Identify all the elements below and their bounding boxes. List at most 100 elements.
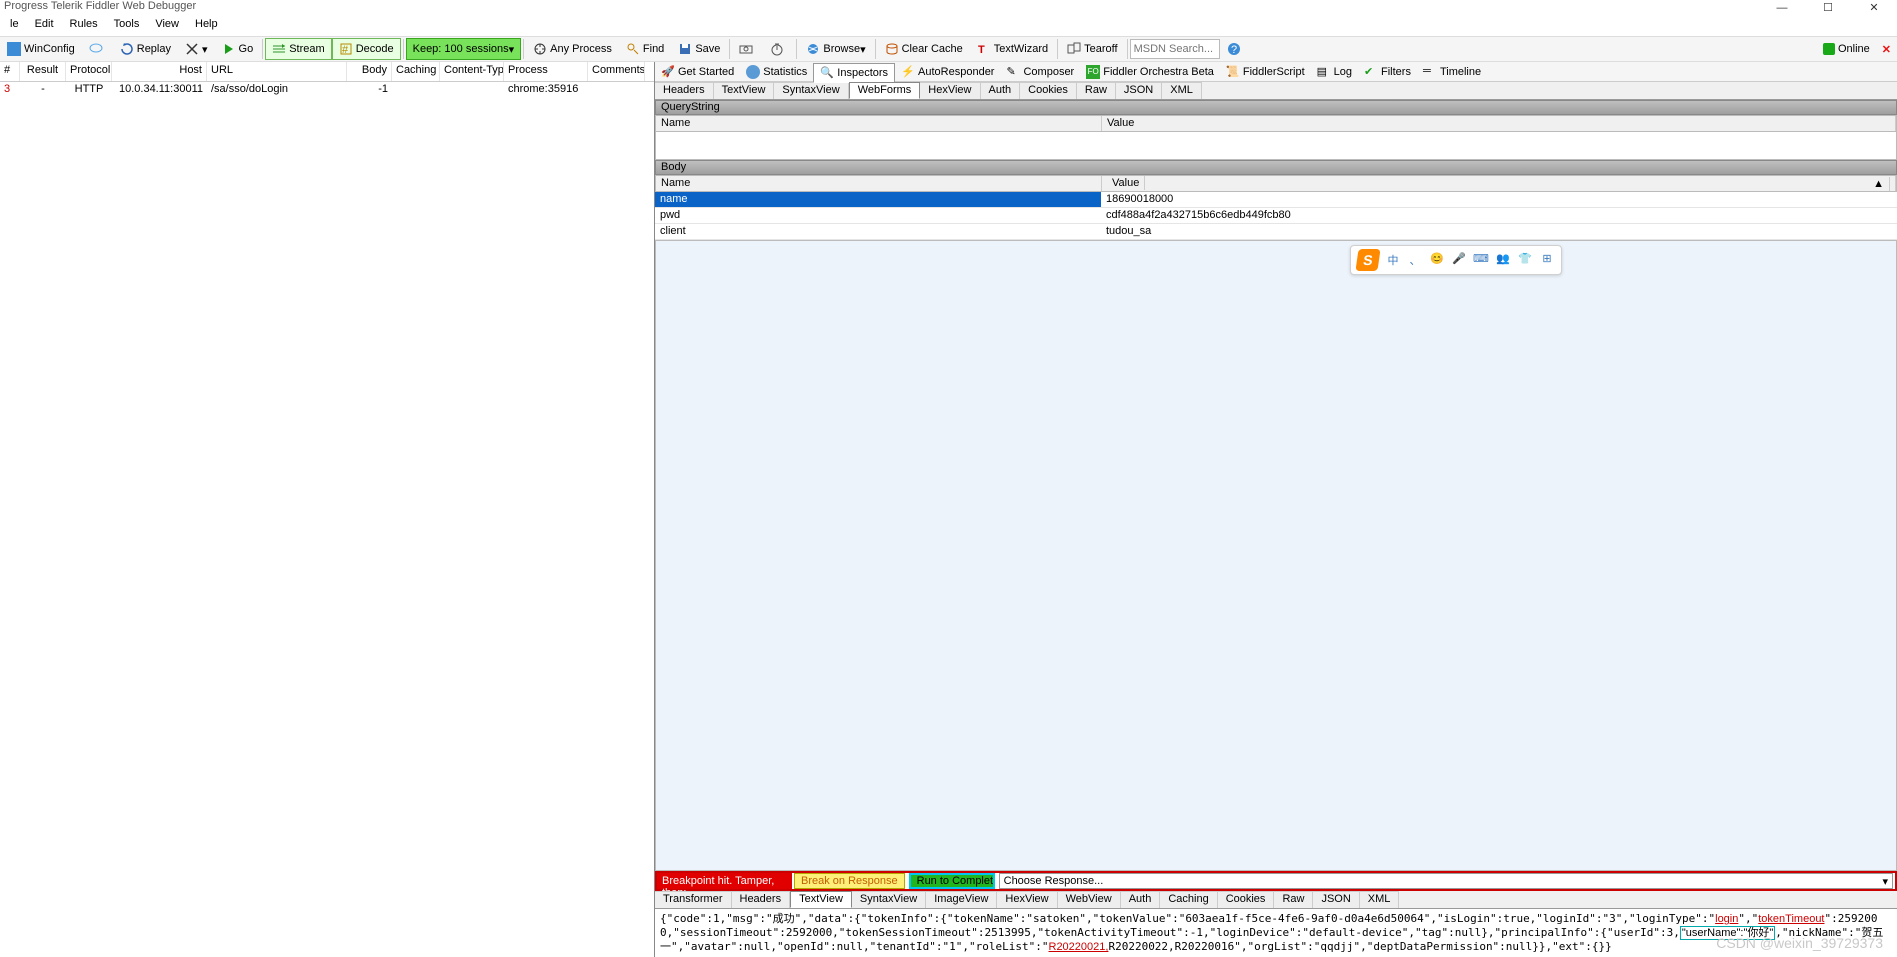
find-button[interactable]: Find (619, 38, 671, 60)
ime-skin[interactable]: 👕 (1517, 252, 1533, 268)
col-body[interactable]: Body (347, 62, 392, 81)
keep-sessions-button[interactable]: Keep: 100 sessions ▾ (406, 38, 522, 60)
stream-button[interactable]: Stream (265, 38, 331, 60)
body-row[interactable]: pwd cdf488a4f2a432715b6c6edb449fcb80 (655, 208, 1897, 224)
breakpoint-bar: Breakpoint hit. Tamper, then: Break on R… (655, 871, 1897, 891)
clearcache-label: Clear Cache (902, 43, 963, 55)
tab-log[interactable]: ▤Log (1311, 63, 1358, 81)
ime-keyboard[interactable]: ⌨ (1473, 252, 1489, 268)
menu-help[interactable]: Help (187, 16, 226, 36)
resptab-webview[interactable]: WebView (1058, 891, 1121, 908)
ime-more[interactable]: ⊞ (1539, 252, 1555, 268)
ime-punct[interactable]: 、 (1407, 252, 1423, 268)
replay-button[interactable]: Replay (113, 38, 178, 60)
decode-button[interactable]: #Decode (332, 38, 401, 60)
close-button[interactable]: ✕ (1851, 0, 1897, 20)
tab-timeline[interactable]: ═Timeline (1417, 63, 1487, 81)
tab-get-started[interactable]: 🚀Get Started (655, 63, 740, 81)
close-toolbar-button[interactable]: ✕ (1876, 43, 1897, 56)
ime-user[interactable]: 👥 (1495, 252, 1511, 268)
col-comments[interactable]: Comments (588, 62, 645, 81)
col-url[interactable]: URL (207, 62, 347, 81)
save-button[interactable]: Save (671, 38, 727, 60)
sogou-icon[interactable]: S (1355, 249, 1380, 271)
resptab-json[interactable]: JSON (1313, 891, 1359, 908)
menu-edit[interactable]: Edit (27, 16, 62, 36)
reqtab-json[interactable]: JSON (1116, 82, 1162, 99)
tearoff-button[interactable]: Tearoff (1060, 38, 1124, 60)
resptab-caching[interactable]: Caching (1160, 891, 1217, 908)
tab-filters[interactable]: ✔Filters (1358, 63, 1417, 81)
reqtab-raw[interactable]: Raw (1077, 82, 1116, 99)
ime-voice[interactable]: 🎤 (1451, 252, 1467, 268)
search-input[interactable] (1130, 39, 1220, 59)
col-num[interactable]: # (0, 62, 20, 81)
menu-tools[interactable]: Tools (106, 16, 148, 36)
keep-label: Keep: 100 sessions (413, 43, 509, 55)
textwizard-button[interactable]: TTextWizard (970, 38, 1055, 60)
resptab-headers[interactable]: Headers (732, 891, 791, 908)
clear-cache-button[interactable]: Clear Cache (878, 38, 970, 60)
comment-button[interactable] (82, 38, 113, 60)
ime-lang[interactable]: 中 (1385, 252, 1401, 268)
response-textview[interactable]: {"code":1,"msg":"成功","data":{"tokenInfo"… (655, 909, 1897, 957)
winconfig-button[interactable]: WinConfig (0, 38, 82, 60)
break-on-response-button[interactable]: Break on Response (794, 873, 905, 889)
help-button[interactable]: ? (1220, 38, 1251, 60)
reqtab-xml[interactable]: XML (1162, 82, 1202, 99)
save-label: Save (695, 43, 720, 55)
col-host[interactable]: Host (112, 62, 207, 81)
tab-composer[interactable]: ✎Composer (1000, 63, 1080, 81)
tab-inspectors[interactable]: 🔍Inspectors (813, 63, 895, 83)
tab-statistics[interactable]: Statistics (740, 63, 813, 81)
reqtab-textview[interactable]: TextView (714, 82, 775, 99)
ime-emoji[interactable]: 😊 (1429, 252, 1445, 268)
col-result[interactable]: Result (20, 62, 66, 81)
resptab-hexview[interactable]: HexView (997, 891, 1057, 908)
reqtab-auth[interactable]: Auth (981, 82, 1021, 99)
remove-button[interactable]: ▾ (178, 38, 215, 60)
resptab-raw[interactable]: Raw (1274, 891, 1313, 908)
menu-file[interactable]: le (2, 16, 27, 36)
menu-rules[interactable]: Rules (62, 16, 106, 36)
reqtab-cookies[interactable]: Cookies (1020, 82, 1077, 99)
reqtab-headers[interactable]: Headers (655, 82, 714, 99)
qs-col-value[interactable]: Value (1102, 116, 1896, 131)
tearoff-label: Tearoff (1084, 43, 1117, 55)
qs-col-name[interactable]: Name (656, 116, 1102, 131)
reqtab-syntaxview[interactable]: SyntaxView (774, 82, 848, 99)
tab-orchestra[interactable]: FOFiddler Orchestra Beta (1080, 63, 1220, 81)
screenshot-button[interactable] (732, 38, 763, 60)
ime-toolbar[interactable]: S 中 、 😊 🎤 ⌨ 👥 👕 ⊞ (1350, 245, 1562, 275)
body-row[interactable]: name 18690018000 (655, 192, 1897, 208)
run-to-completion-button[interactable]: Run to Completion (909, 873, 995, 889)
sort-icon: ▲ (1868, 177, 1890, 191)
body-col-name[interactable]: Name (656, 176, 1102, 191)
maximize-button[interactable]: ☐ (1805, 0, 1851, 20)
body-row[interactable]: client tudou_sa (655, 224, 1897, 240)
minimize-button[interactable]: — (1759, 0, 1805, 20)
go-button[interactable]: Go (215, 38, 261, 60)
col-protocol[interactable]: Protocol (66, 62, 112, 81)
browse-button[interactable]: Browse ▾ (799, 38, 872, 60)
session-row[interactable]: 3 - HTTP 10.0.34.11:30011 /sa/sso/doLogi… (0, 82, 654, 100)
resptab-xml[interactable]: XML (1360, 891, 1400, 908)
reqtab-webforms[interactable]: WebForms (849, 82, 921, 99)
resptab-auth[interactable]: Auth (1121, 891, 1161, 908)
col-process[interactable]: Process (504, 62, 588, 81)
tab-fiddlerscript[interactable]: 📜FiddlerScript (1220, 63, 1311, 81)
resptab-transformer[interactable]: Transformer (655, 891, 732, 908)
tab-autoresponder[interactable]: ⚡AutoResponder (895, 63, 1000, 81)
menu-view[interactable]: View (147, 16, 187, 36)
resptab-imageview[interactable]: ImageView (926, 891, 997, 908)
reqtab-hexview[interactable]: HexView (920, 82, 980, 99)
body-col-value[interactable]: Value▲ (1102, 176, 1896, 191)
any-process-button[interactable]: Any Process (526, 38, 619, 60)
col-contenttype[interactable]: Content-Type (440, 62, 504, 81)
resptab-cookies[interactable]: Cookies (1218, 891, 1275, 908)
col-caching[interactable]: Caching (392, 62, 440, 81)
resptab-syntaxview[interactable]: SyntaxView (852, 891, 926, 908)
resptab-textview[interactable]: TextView (790, 891, 852, 908)
choose-response-select[interactable]: Choose Response...▾ (999, 873, 1893, 889)
timer-button[interactable] (763, 38, 794, 60)
